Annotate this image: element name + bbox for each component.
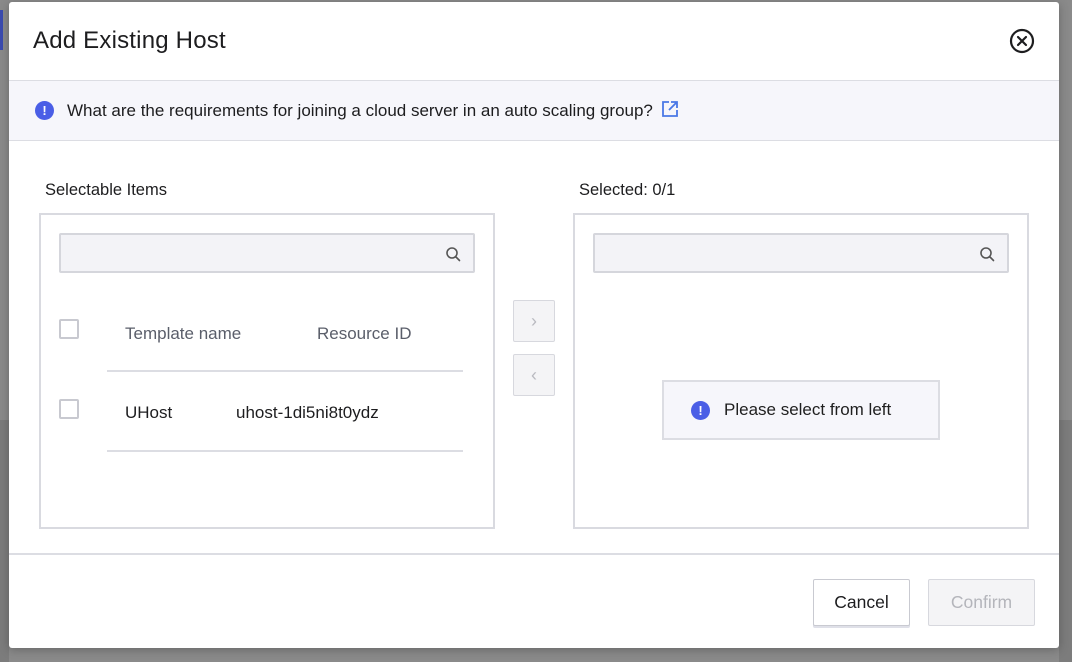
left-search-input[interactable] [61,235,473,271]
dialog-title: Add Existing Host [33,27,226,54]
right-search-input[interactable] [595,235,1007,271]
move-right-button[interactable]: › [513,300,555,342]
select-all-checkbox[interactable] [59,319,79,339]
empty-selection-hint: ! Please select from left [662,380,940,440]
row-template-name: UHost [125,403,173,422]
confirm-button[interactable]: Confirm [928,579,1035,626]
backdrop-page [0,420,9,662]
external-link-icon[interactable] [661,100,679,118]
info-icon: ! [35,101,54,120]
search-icon[interactable] [979,246,995,262]
dialog-header: Add Existing Host [9,2,1059,81]
right-search-box [593,233,1009,273]
backdrop-left-tab [0,10,3,50]
requirements-notice: ! What are the requirements for joining … [9,81,1059,141]
cancel-button[interactable]: Cancel [813,579,910,626]
selectable-items-label: Selectable Items [45,181,167,199]
col-resource-id: Resource ID [317,324,412,343]
selected-count-label: Selected: 0/1 [579,181,676,199]
info-icon: ! [691,400,710,420]
row-divider [107,450,463,452]
row-checkbox[interactable] [59,399,79,419]
col-template-name: Template name [125,324,242,343]
backdrop-page-right [1059,420,1072,662]
move-left-button[interactable]: ‹ [513,354,555,396]
header-divider [107,370,463,372]
empty-hint-text: Please select from left [724,400,892,419]
row-resource-id: uhost-1di5ni8t0ydz [236,403,379,422]
close-icon[interactable] [1009,28,1035,54]
footer-divider [9,553,1059,555]
search-icon[interactable] [445,246,461,262]
notice-text[interactable]: What are the requirements for joining a … [67,101,653,121]
left-search-box [59,233,475,273]
